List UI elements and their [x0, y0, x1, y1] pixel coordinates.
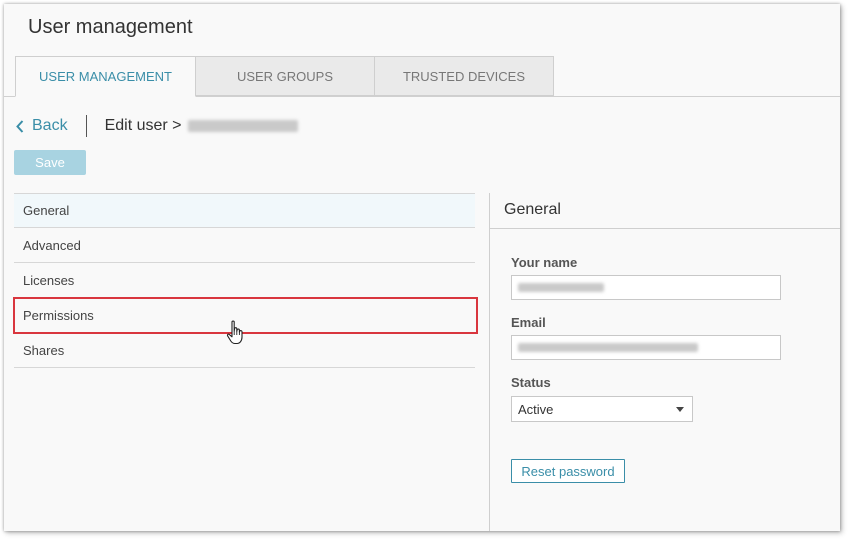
tab-user-groups[interactable]: USER GROUPS	[195, 56, 375, 96]
nav-item-label: Permissions	[23, 307, 94, 323]
status-label: Status	[511, 375, 551, 390]
app-window: User management USER MANAGEMENT USER GRO…	[4, 4, 840, 531]
tab-trusted-devices[interactable]: TRUSTED DEVICES	[374, 56, 554, 96]
nav-item-label: Advanced	[23, 237, 81, 253]
general-panel: General Your name Email Status Active Re…	[489, 193, 840, 531]
redacted-email-value	[518, 343, 698, 352]
nav-item-licenses[interactable]: Licenses	[14, 263, 475, 298]
nav-item-general[interactable]: General	[14, 193, 475, 228]
caret-down-icon	[676, 407, 684, 412]
redacted-username	[187, 120, 298, 132]
back-link[interactable]: Back	[16, 117, 68, 135]
panel-divider	[490, 228, 840, 229]
nav-item-label: Licenses	[23, 272, 75, 288]
back-label: Back	[32, 117, 68, 134]
edit-user-label: Edit user >	[104, 117, 182, 134]
nav-item-advanced[interactable]: Advanced	[14, 228, 475, 263]
email-label: Email	[511, 315, 546, 330]
nav-item-label: General	[23, 203, 70, 218]
save-button[interactable]: Save	[14, 150, 86, 175]
panel-title: General	[504, 201, 561, 218]
page-title: User management	[28, 16, 193, 38]
breadcrumb-divider	[85, 115, 87, 137]
status-value: Active	[518, 401, 554, 417]
your-name-label: Your name	[511, 255, 578, 270]
redacted-name-value	[518, 283, 604, 292]
tab-user-management[interactable]: USER MANAGEMENT	[15, 56, 196, 97]
reset-password-button[interactable]: Reset password	[511, 459, 625, 483]
chevron-left-icon	[16, 119, 24, 133]
hand-pointer-icon	[226, 320, 243, 345]
breadcrumb: Back Edit user >	[16, 112, 298, 140]
email-field[interactable]	[511, 335, 781, 360]
status-select[interactable]: Active	[511, 396, 693, 422]
your-name-field[interactable]	[511, 275, 781, 300]
nav-item-label: Shares	[23, 342, 65, 358]
tab-bar: USER MANAGEMENT USER GROUPS TRUSTED DEVI…	[4, 56, 840, 97]
